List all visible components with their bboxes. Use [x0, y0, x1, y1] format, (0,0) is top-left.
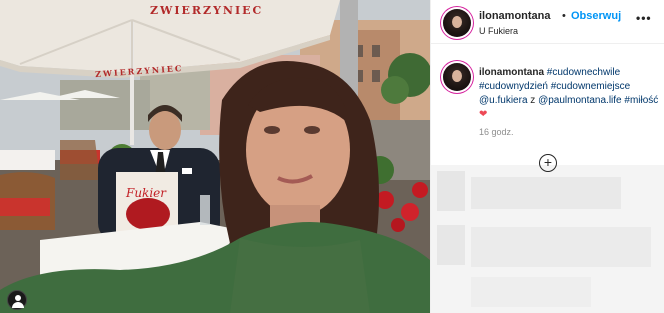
post-caption: ilonamontana #cudownechwile #cudownydzie…	[479, 66, 659, 122]
tagged-users-icon[interactable]	[7, 290, 27, 310]
follow-button[interactable]: Obserwuj	[571, 10, 621, 22]
blur-tile	[471, 227, 651, 267]
blur-tile	[471, 277, 591, 307]
post-header: ilonamontana • Obserwuj U Fukiera •••	[431, 0, 664, 44]
umbrella-print: ZWIERZYNIEC	[150, 4, 264, 17]
post-sidebar: ilonamontana • Obserwuj U Fukiera ••• il…	[430, 0, 664, 313]
blur-tile	[437, 225, 465, 265]
hashtag-milosc[interactable]: #miłość	[624, 95, 658, 106]
post-location[interactable]: U Fukiera	[479, 26, 518, 36]
menu-card-text: Fukier	[126, 186, 167, 200]
caption-username[interactable]: ilonamontana	[479, 67, 544, 78]
caption-avatar[interactable]	[443, 63, 471, 91]
hashtag-cudownechwile[interactable]: #cudownechwile	[547, 67, 620, 78]
post-time[interactable]: 16 godz.	[479, 127, 514, 137]
blur-tile	[471, 177, 621, 209]
blur-tile	[437, 171, 465, 211]
comments-blurred-area	[431, 165, 664, 313]
profile-avatar[interactable]	[443, 9, 471, 37]
mention-paulmontana[interactable]: @paulmontana.life	[538, 95, 622, 106]
post-photo[interactable]: ZWIERZYNIEC ZWIERZYNIEC Fukier	[0, 0, 430, 313]
heart-emoji-icon: ❤	[479, 109, 488, 120]
more-options-icon[interactable]: •••	[636, 11, 652, 25]
hashtag-cudownydzien[interactable]: #cudownydzień	[479, 81, 548, 92]
header-separator: •	[562, 10, 566, 22]
header-username[interactable]: ilonamontana	[479, 10, 551, 22]
hashtag-cudownemiejsce[interactable]: #cudownemiejsce	[551, 81, 631, 92]
load-more-comments-icon[interactable]: +	[539, 154, 557, 172]
photo-scene	[0, 0, 430, 313]
mention-ufukiera[interactable]: @u.fukiera	[479, 95, 528, 106]
caption-connector: z	[530, 95, 536, 106]
